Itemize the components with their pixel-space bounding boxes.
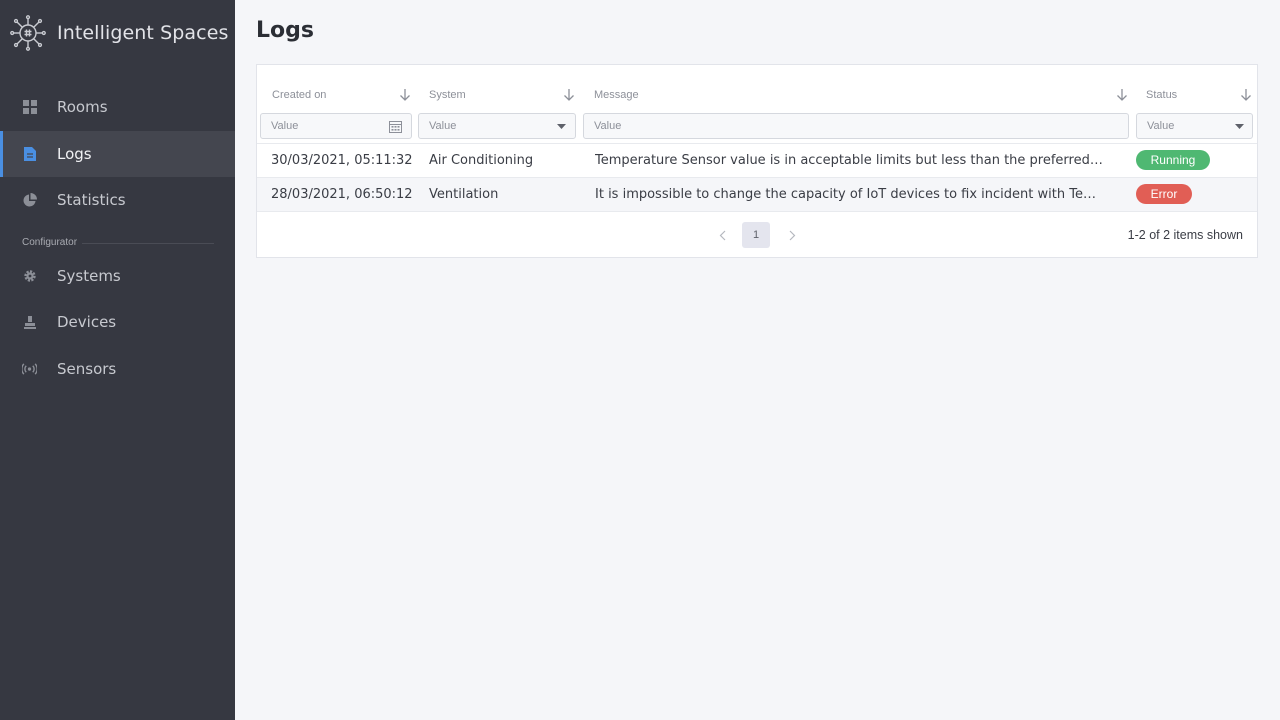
sidebar-item-sensors[interactable]: Sensors — [0, 346, 235, 392]
items-shown-count: 1-2 of 2 items shown — [1127, 228, 1243, 242]
status-filter-value: Value — [1147, 120, 1175, 132]
sidebar-item-systems[interactable]: Systems — [0, 253, 235, 299]
sort-arrow-icon[interactable] — [399, 88, 411, 102]
calendar-icon[interactable] — [389, 120, 402, 133]
column-header-created-on[interactable]: Created on — [272, 89, 326, 101]
system-filter-value: Value — [429, 120, 457, 132]
message-filter-input[interactable] — [583, 113, 1129, 139]
sort-arrow-icon[interactable] — [563, 88, 575, 102]
page-title: Logs — [256, 18, 314, 43]
sidebar-item-rooms[interactable]: Rooms — [0, 84, 235, 130]
document-icon — [22, 146, 37, 161]
status-badge-running: Running — [1136, 150, 1210, 170]
sidebar-item-label: Devices — [57, 313, 117, 331]
sidebar-item-devices[interactable]: Devices — [0, 299, 235, 345]
sidebar-item-statistics[interactable]: Statistics — [0, 177, 235, 223]
logs-table: Created on System Message Status Value V… — [256, 64, 1258, 258]
chevron-down-icon[interactable] — [557, 124, 566, 129]
section-label-configurator: Configurator — [22, 237, 78, 248]
sidebar: Intelligent Spaces Rooms Logs Statistics… — [0, 0, 235, 720]
prev-page-button[interactable] — [708, 222, 736, 248]
page-button-1[interactable]: 1 — [742, 222, 770, 248]
column-header-system[interactable]: System — [429, 89, 466, 101]
sort-arrow-icon[interactable] — [1116, 88, 1128, 102]
chevron-right-icon — [789, 230, 795, 240]
cell-message: Temperature Sensor value is in acceptabl… — [595, 153, 1105, 168]
brand[interactable]: Intelligent Spaces — [10, 15, 229, 51]
pie-chart-icon — [22, 192, 37, 207]
section-divider — [82, 243, 214, 244]
sort-arrow-icon[interactable] — [1240, 88, 1252, 102]
cell-system: Ventilation — [429, 187, 499, 202]
circuit-logo-icon — [10, 15, 46, 51]
sidebar-item-label: Rooms — [57, 98, 108, 116]
cell-message: It is impossible to change the capacity … — [595, 187, 1105, 202]
device-icon — [22, 314, 37, 329]
pager-divider — [257, 211, 1257, 212]
cell-created-on: 30/03/2021, 05:11:32 — [271, 153, 413, 168]
table-row[interactable]: 28/03/2021, 06:50:12 Ventilation It is i… — [257, 177, 1257, 211]
cell-created-on: 28/03/2021, 06:50:12 — [271, 187, 413, 202]
system-filter-select[interactable]: Value — [418, 113, 576, 139]
next-page-button[interactable] — [778, 222, 806, 248]
column-header-message[interactable]: Message — [594, 89, 639, 101]
status-badge-error: Error — [1136, 184, 1192, 204]
sidebar-item-logs[interactable]: Logs — [0, 131, 235, 177]
gear-icon — [22, 268, 37, 283]
app-title: Intelligent Spaces — [57, 22, 229, 44]
chevron-down-icon[interactable] — [1235, 124, 1244, 129]
sidebar-item-label: Statistics — [57, 191, 126, 209]
sidebar-item-label: Sensors — [57, 360, 117, 378]
cell-system: Air Conditioning — [429, 153, 534, 168]
table-row[interactable]: 30/03/2021, 05:11:32 Air Conditioning Te… — [257, 143, 1257, 177]
chevron-left-icon — [719, 230, 725, 240]
sidebar-item-label: Logs — [57, 145, 92, 163]
column-header-status[interactable]: Status — [1146, 89, 1177, 101]
sidebar-item-label: Systems — [57, 267, 121, 285]
grid-icon — [22, 99, 37, 114]
sensor-icon — [22, 361, 37, 376]
